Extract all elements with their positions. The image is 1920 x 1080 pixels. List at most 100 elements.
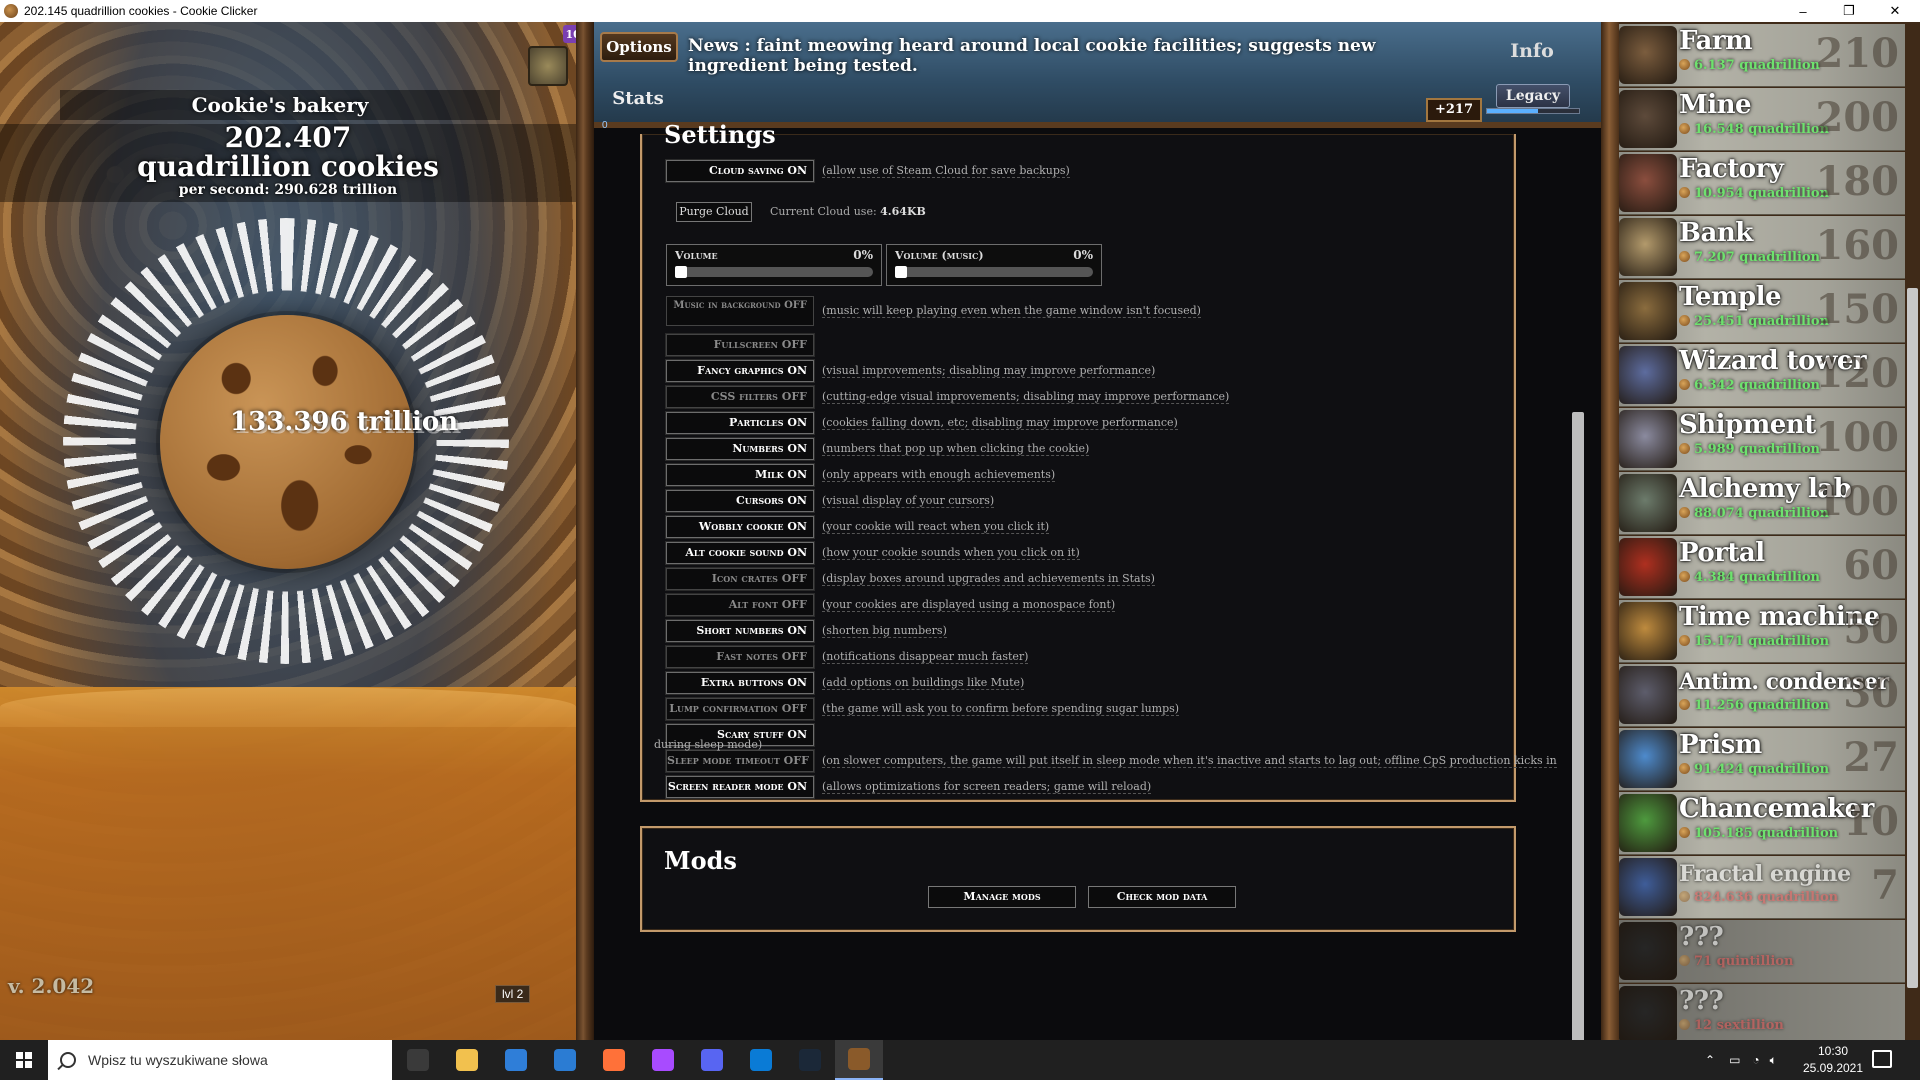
battery-icon[interactable]: ▭ [1729, 1053, 1740, 1067]
dragon-icon[interactable] [528, 46, 568, 86]
info-button[interactable]: Info [1492, 36, 1572, 66]
store-building[interactable]: Bank 7.207 quadrillion 160 [1619, 216, 1905, 279]
option-row: Numbers ON (numbers that pop up when clic… [665, 437, 1090, 461]
sugar-lump-count[interactable]: 0 [602, 120, 608, 131]
option-toggle-button[interactable]: Fancy graphics ON [665, 359, 815, 383]
option-toggle-button[interactable]: Lump confirmation OFF [665, 697, 815, 721]
volume-value: 0% [853, 248, 873, 262]
taskbar-app-vscode[interactable] [737, 1040, 785, 1080]
store-building[interactable]: Alchemy lab 88.074 quadrillion 100 [1619, 472, 1905, 535]
option-toggle-button[interactable]: Alt font OFF [665, 593, 815, 617]
search-placeholder: Wpisz tu wyszukiwane słowa [88, 1052, 268, 1068]
level-badge[interactable]: lvl 2 [495, 985, 531, 1003]
cookie-coin-icon [1679, 1019, 1690, 1030]
options-scrollbar[interactable] [1572, 412, 1584, 1040]
building-price: 11.256 quadrillion [1679, 698, 1829, 713]
store-building[interactable]: Shipment 5.989 quadrillion 100 [1619, 408, 1905, 471]
store-building[interactable]: Temple 25.451 quadrillion 150 [1619, 280, 1905, 343]
option-row: Lump confirmation OFF (the game will ask … [665, 697, 1180, 721]
taskbar-app-terminal[interactable] [394, 1040, 442, 1080]
store-building[interactable]: Antim. condenser 11.256 quadrillion 30 [1619, 664, 1905, 727]
taskbar-app-todo[interactable] [541, 1040, 589, 1080]
taskbar-app-file-explorer[interactable] [443, 1040, 491, 1080]
volume-track[interactable] [675, 267, 873, 277]
store-building[interactable]: Fractal engine 824.636 quadrillion 7 [1619, 856, 1905, 919]
store-building[interactable]: Chancemaker 105.185 quadrillion 10 [1619, 792, 1905, 855]
option-toggle-button[interactable]: Numbers ON [665, 437, 815, 461]
option-toggle-button[interactable]: Short numbers ON [665, 619, 815, 643]
taskbar-app-cookie-clicker[interactable] [835, 1040, 883, 1080]
taskbar-app-messenger[interactable] [639, 1040, 687, 1080]
option-toggle-button[interactable]: Alt cookie sound ON [665, 541, 815, 565]
windows-logo-icon [16, 1052, 32, 1068]
news-ticker[interactable]: News : faint meowing heard around local … [688, 36, 1468, 76]
music-volume-slider[interactable]: Volume (music) 0% [886, 244, 1102, 286]
option-toggle-button[interactable]: Extra buttons ON [665, 671, 815, 695]
option-description: (music will keep playing even when the g… [822, 304, 1201, 318]
music-volume-track[interactable] [895, 267, 1093, 277]
tray-chevron-icon[interactable]: ⌃ [1705, 1053, 1715, 1067]
building-icon [1619, 474, 1677, 532]
manage-mods-button[interactable]: Manage mods [928, 886, 1076, 908]
wifi-icon[interactable]: ◔ [1752, 1053, 1759, 1067]
option-toggle-button[interactable]: Screen reader mode ON [665, 775, 815, 799]
stats-button[interactable]: Stats [608, 84, 668, 114]
option-description: (your cookie will react when you click i… [822, 520, 1050, 534]
store-building[interactable]: ??? 12 sextillion [1619, 984, 1905, 1040]
notifications-icon[interactable] [1872, 1050, 1892, 1068]
taskbar-search[interactable]: Wpisz tu wyszukiwane słowa [48, 1040, 392, 1080]
taskbar-app-firefox[interactable] [590, 1040, 638, 1080]
store-building[interactable]: Portal 4.384 quadrillion 60 [1619, 536, 1905, 599]
clock[interactable]: 10:30 25.09.2021 [1798, 1043, 1868, 1077]
store-building[interactable]: Wizard tower 6.342 quadrillion 120 [1619, 344, 1905, 407]
store-building[interactable]: Mine 16.548 quadrillion 200 [1619, 88, 1905, 151]
big-cookie[interactable] [160, 315, 414, 569]
volume-icon[interactable]: 🔈︎ [1770, 1053, 1777, 1068]
store-building[interactable]: ??? 71 quintillion [1619, 920, 1905, 983]
legacy-button[interactable]: Legacy [1496, 84, 1570, 108]
options-button[interactable]: Options [600, 32, 678, 62]
windows-taskbar: Wpisz tu wyszukiwane słowa ⌃ ▭ ◔ 🔈︎ 10:3… [0, 1040, 1920, 1080]
bakery-name[interactable]: Cookie's bakery [60, 90, 500, 120]
building-owned-count: 7 [1871, 862, 1899, 909]
option-row: Icon crates OFF (display boxes around upg… [665, 567, 1155, 591]
check-mod-data-button[interactable]: Check mod data [1088, 886, 1236, 908]
option-toggle-button[interactable]: Fullscreen OFF [665, 333, 815, 357]
volume-knob[interactable] [675, 266, 687, 278]
building-icon [1619, 858, 1677, 916]
music-volume-knob[interactable] [895, 266, 907, 278]
store-scrollbar[interactable] [1907, 288, 1918, 988]
option-toggle-button[interactable]: Cursors ON [665, 489, 815, 513]
cloud-saving-button[interactable]: Cloud saving ON [665, 159, 815, 183]
option-toggle-button[interactable]: CSS filters OFF [665, 385, 815, 409]
taskbar-app-discord[interactable] [688, 1040, 736, 1080]
building-price: 91.424 quadrillion [1679, 762, 1829, 777]
start-button[interactable] [0, 1040, 48, 1080]
settings-title: Settings [664, 120, 776, 149]
option-toggle-button[interactable]: Icon crates OFF [665, 567, 815, 591]
option-description: (notifications disappear much faster) [822, 650, 1029, 664]
store-building[interactable]: Factory 10.954 quadrillion 180 [1619, 152, 1905, 215]
store-building[interactable]: Farm 6.137 quadrillion 210 [1619, 24, 1905, 87]
click-number-popup: 133.396 trillion [230, 407, 459, 437]
option-toggle-button[interactable]: Fast notes OFF [665, 645, 815, 669]
music-background-button[interactable]: Music in background OFF [666, 296, 814, 326]
restore-button[interactable]: ❐ [1826, 0, 1872, 22]
taskbar-app-steam[interactable] [786, 1040, 834, 1080]
minimize-button[interactable]: – [1780, 0, 1826, 22]
volume-slider[interactable]: Volume 0% [666, 244, 882, 286]
store-building[interactable]: Time machine 15.171 quadrillion 50 [1619, 600, 1905, 663]
option-row: Particles ON (cookies falling down, etc; … [665, 411, 1178, 435]
taskbar-app-edge[interactable] [492, 1040, 540, 1080]
option-toggle-button[interactable]: Sleep mode timeout OFF [665, 749, 815, 773]
option-toggle-button[interactable]: Particles ON [665, 411, 815, 435]
notification-badge[interactable]: 100 [563, 25, 576, 43]
top-menu-bar: Options Stats News : faint meowing heard… [594, 22, 1601, 131]
option-description: (shorten big numbers) [822, 624, 947, 638]
close-button[interactable]: ✕ [1872, 0, 1918, 22]
purge-cloud-button[interactable]: Purge Cloud [676, 202, 752, 222]
option-row: Wobbly cookie ON (your cookie will react … [665, 515, 1050, 539]
store-building[interactable]: Prism 91.424 quadrillion 27 [1619, 728, 1905, 791]
option-toggle-button[interactable]: Wobbly cookie ON [665, 515, 815, 539]
option-toggle-button[interactable]: Milk ON [665, 463, 815, 487]
